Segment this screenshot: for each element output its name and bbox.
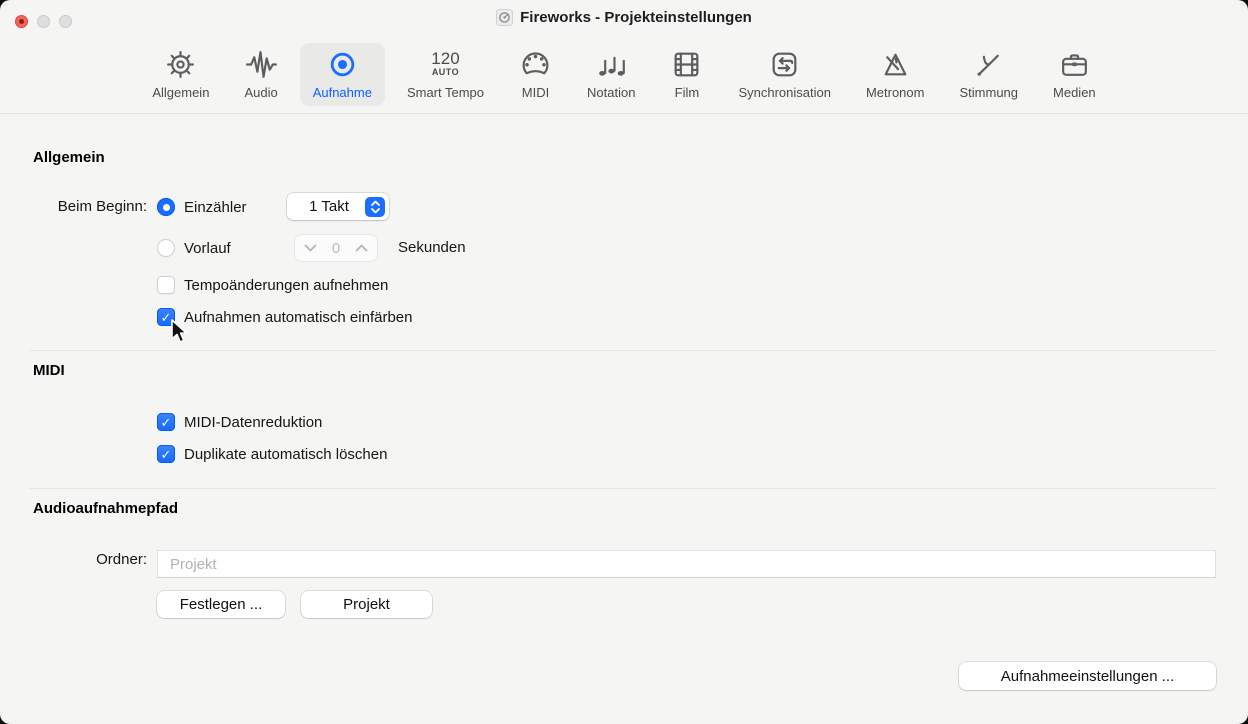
einzaehler-label: Einzähler [184, 199, 247, 216]
tempoaenderungen-checkbox[interactable] [157, 276, 175, 294]
tempoaenderungen-label: Tempoänderungen aufnehmen [184, 277, 389, 294]
tab-midi[interactable]: MIDI [506, 43, 565, 106]
popup-chevrons-icon [365, 196, 385, 217]
tab-label: Medien [1053, 85, 1096, 100]
tuning-fork-icon [972, 44, 1005, 84]
settings-toolbar: Allgemein Audio Aufnahme 120 AUTO Smart … [0, 34, 1248, 114]
tab-audio[interactable]: Audio [231, 43, 290, 106]
briefcase-icon [1058, 44, 1091, 84]
document-proxy-icon [496, 8, 514, 26]
sync-arrows-icon [768, 44, 801, 84]
tab-stimmung[interactable]: Stimmung [946, 43, 1031, 106]
check-icon: ✓ [160, 309, 172, 325]
duplikate-checkbox[interactable]: ✓ [157, 445, 175, 463]
window-title: Fireworks - Projekteinstellungen [520, 8, 752, 26]
duplikate-label: Duplikate automatisch löschen [184, 446, 388, 463]
tab-label: MIDI [521, 85, 550, 100]
title-bar[interactable]: Fireworks - Projekteinstellungen [0, 0, 1248, 34]
midi-datenreduktion-checkbox[interactable]: ✓ [157, 413, 175, 431]
festlegen-button[interactable]: Festlegen ... [157, 591, 285, 618]
section-divider [30, 488, 1216, 489]
gear-icon [164, 44, 197, 84]
vorlauf-stepper-value: 0 [331, 239, 341, 257]
section-title-midi: MIDI [33, 362, 65, 379]
ordner-label: Ordner: [96, 551, 147, 568]
tab-smart-tempo[interactable]: 120 AUTO Smart Tempo [394, 43, 497, 106]
tab-label: Notation [587, 85, 636, 100]
takt-popup-button[interactable]: 1 Takt [287, 193, 389, 220]
aufnahmeeinstellungen-button[interactable]: Aufnahmeeinstellungen ... [959, 662, 1216, 690]
vorlauf-stepper[interactable]: 0 [295, 235, 377, 261]
tab-film[interactable]: Film [657, 43, 716, 106]
tab-notation[interactable]: Notation [574, 43, 648, 106]
metronome-icon [879, 44, 912, 84]
projekt-button[interactable]: Projekt [301, 591, 432, 618]
ordner-path-input[interactable] [157, 550, 1216, 578]
settings-content: Allgemein Beim Beginn: Einzähler 1 Takt … [0, 114, 1248, 724]
tab-label: Film [674, 85, 700, 100]
vorlauf-radio[interactable] [157, 239, 175, 257]
tab-aufnahme[interactable]: Aufnahme [299, 43, 385, 106]
tab-label: Synchronisation [738, 85, 831, 100]
tab-allgemein[interactable]: Allgemein [139, 43, 222, 106]
tab-label: Allgemein [152, 85, 210, 100]
midi-connector-icon [519, 44, 552, 84]
music-notes-icon [595, 44, 628, 84]
tab-label: Stimmung [959, 85, 1019, 100]
tab-label: Smart Tempo [406, 85, 485, 100]
beim-beginn-label: Beim Beginn: [57, 198, 147, 215]
midi-datenreduktion-label: MIDI-Datenreduktion [184, 414, 323, 431]
tab-medien[interactable]: Medien [1040, 43, 1109, 106]
check-icon: ✓ [160, 446, 172, 462]
record-icon [326, 44, 359, 84]
tab-synchronisation[interactable]: Synchronisation [725, 43, 844, 106]
check-icon: ✓ [160, 414, 172, 430]
takt-popup-value: 1 Takt [309, 198, 349, 215]
section-title-audioaufnahmepfad: Audioaufnahmepfad [33, 500, 178, 517]
stepper-down-icon[interactable] [304, 244, 317, 252]
smart-tempo-icon: 120 AUTO [431, 44, 459, 84]
einfaerben-checkbox[interactable]: ✓ [157, 308, 175, 326]
project-settings-window: Fireworks - Projekteinstellungen Allgeme… [0, 0, 1248, 724]
tab-label: Audio [244, 85, 278, 100]
smart-tempo-bpm: 120 [431, 49, 460, 68]
tab-metronom[interactable]: Metronom [853, 43, 938, 106]
film-strip-icon [670, 44, 703, 84]
section-divider [30, 350, 1216, 351]
sekunden-label: Sekunden [398, 239, 466, 256]
einfaerben-label: Aufnahmen automatisch einfärben [184, 309, 413, 326]
waveform-icon [245, 44, 278, 84]
einzaehler-radio[interactable] [157, 198, 175, 216]
vorlauf-label: Vorlauf [184, 240, 231, 257]
section-title-allgemein: Allgemein [33, 149, 105, 166]
tab-label: Metronom [865, 85, 925, 100]
smart-tempo-auto: AUTO [431, 67, 460, 77]
tab-label: Aufnahme [312, 85, 372, 100]
stepper-up-icon[interactable] [355, 244, 368, 252]
